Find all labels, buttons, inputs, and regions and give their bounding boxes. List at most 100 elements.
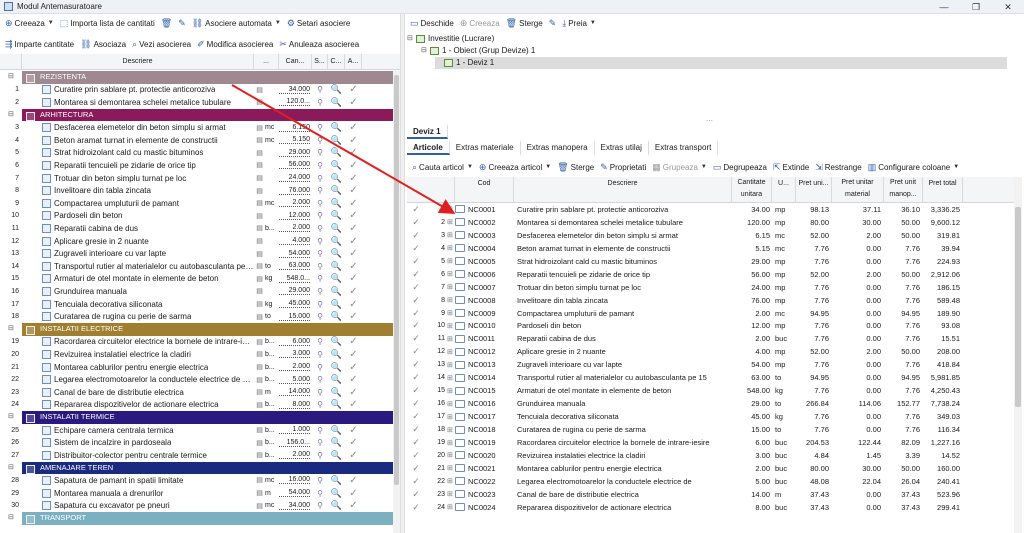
creeaza-button[interactable]: ⊕ Creeaza ▼	[2, 16, 57, 30]
table-row[interactable]: 5 Strat hidroizolant cald cu mastic bitu…	[0, 147, 362, 160]
row-quantity[interactable]: 63.00	[732, 373, 772, 382]
row-quantity[interactable]: 2.00	[732, 309, 772, 318]
table-row[interactable]: ✓ 8 ⊞ NC0008 Invelitoare din tabla zinca…	[407, 294, 963, 307]
row-quantity[interactable]: 76.00	[732, 296, 772, 305]
bulb-icon[interactable]: ⚲	[312, 186, 328, 195]
bulb-icon[interactable]: ⚲	[312, 161, 328, 170]
check-icon[interactable]: ✓	[345, 147, 362, 158]
table-row[interactable]: ✓ 22 ⊞ NC0022 Legarea electromotoarelor …	[407, 475, 963, 488]
row-quantity[interactable]: 2.00	[732, 464, 772, 473]
row-quantity[interactable]: 34.000	[279, 86, 310, 94]
right-col-um[interactable]: U...	[772, 176, 796, 203]
table-row[interactable]: ✓ 17 ⊞ NC0017 Tencuiala decorativa silic…	[407, 410, 963, 423]
table-row[interactable]: ✓ 2 ⊞ NC0002 Montarea si demontarea sche…	[407, 216, 963, 229]
vezi-asocierea-button[interactable]: ⌕ Vezi asocierea	[129, 37, 194, 51]
setari-asociere-button[interactable]: ⚙ Setari asociere	[284, 16, 353, 30]
row-quantity[interactable]: 3.00	[732, 451, 772, 460]
bulb-icon[interactable]: ⚲	[312, 85, 328, 94]
note-icon[interactable]: ▤	[254, 136, 265, 144]
tree-node-1[interactable]: ⊟ 1 - Obiect (Grup Devize) 1	[421, 45, 535, 57]
note-icon[interactable]: ▤	[254, 161, 265, 169]
row-quantity[interactable]: 56.000	[279, 161, 310, 170]
table-row[interactable]: ✓ 20 ⊞ NC0020 Revizuirea instalatiei ele…	[407, 449, 963, 462]
left-col-c[interactable]: C...	[328, 53, 345, 70]
close-button[interactable]: ✕	[992, 0, 1024, 14]
row-quantity[interactable]: 120.0...	[279, 98, 310, 107]
check-icon[interactable]: ✓	[345, 173, 362, 184]
bulb-icon[interactable]: ⚲	[312, 136, 328, 145]
right-col-cod[interactable]: Cod	[455, 176, 514, 203]
right-col-desc[interactable]: Descriere	[514, 176, 732, 203]
check-icon[interactable]: ✓	[407, 463, 425, 474]
row-quantity[interactable]: 54.00	[732, 360, 772, 369]
table-row[interactable]: ✓ 12 ⊞ NC0012 Aplicare gresie in 2 nuant…	[407, 345, 963, 358]
table-row[interactable]: ✓ 3 ⊞ NC0003 Desfacerea elemetelor din b…	[407, 229, 963, 242]
sterge-button[interactable]: 🗑 Sterge	[554, 160, 597, 174]
chevron-down-icon[interactable]: ▼	[48, 20, 54, 26]
creeaza-articol-button[interactable]: ⊕ Creeaza articol ▼	[476, 160, 554, 174]
expand-icon[interactable]: ⊞	[447, 464, 455, 472]
trash-icon-button[interactable]: 🗑	[158, 16, 175, 30]
expand-icon[interactable]: ⊞	[447, 244, 455, 252]
table-row[interactable]: ✓ 21 ⊞ NC0021 Montarea cablurilor pentru…	[407, 462, 963, 475]
maximize-button[interactable]: ❐	[960, 0, 992, 14]
table-row[interactable]: ✓ 24 ⊞ NC0024 Repararea dispozitivelor d…	[407, 501, 963, 514]
check-icon[interactable]: ✓	[407, 437, 425, 448]
extinde-button[interactable]: ⇱ Extinde	[770, 160, 812, 174]
row-quantity[interactable]: 45.00	[732, 412, 772, 421]
degrupeaza-button[interactable]: ▭ Degrupeaza	[710, 160, 770, 174]
preia-button[interactable]: ⤓ Preia ▼	[559, 16, 599, 30]
table-row[interactable]: 4 Beton aramat turnat in elemente de con…	[0, 134, 362, 147]
right-col-material[interactable]: Pret unitar material	[832, 176, 884, 203]
check-icon[interactable]: ✓	[407, 489, 425, 500]
expand-icon[interactable]: ⊞	[447, 387, 455, 395]
group-header[interactable]: ARHITECTURA	[22, 108, 395, 122]
check-icon[interactable]: ✓	[407, 450, 425, 461]
magnifier-icon[interactable]: 🔍	[328, 173, 345, 184]
expand-icon[interactable]: ⊞	[447, 322, 455, 330]
right-scrollbar[interactable]	[1014, 177, 1022, 533]
left-col-desc[interactable]: Descriere	[22, 53, 254, 70]
chevron-down-icon[interactable]: ▼	[275, 20, 281, 26]
left-col-s[interactable]: S...	[312, 53, 328, 70]
table-row[interactable]: 3 Desfacerea elemetelor din beton simplu…	[0, 121, 362, 134]
subtab-extras-utilaj[interactable]: Extras utilaj	[595, 141, 649, 155]
group-header[interactable]: REZISTENTA	[22, 71, 395, 84]
expand-icon[interactable]: ⊞	[447, 270, 455, 278]
chevron-down-icon[interactable]: ▼	[953, 164, 959, 170]
check-icon[interactable]: ✓	[345, 97, 362, 108]
right-scroll-thumb[interactable]	[1015, 207, 1021, 407]
expand-icon[interactable]: ⊞	[447, 218, 455, 226]
expand-icon[interactable]: ⊞	[447, 361, 455, 369]
table-row[interactable]: ✓ 11 ⊞ NC0011 Reparatii cabina de dus 2.…	[407, 333, 963, 346]
expand-icon[interactable]: ⊞	[447, 309, 455, 317]
row-quantity[interactable]: 5.00	[732, 477, 772, 486]
collapse-toggle-icon[interactable]: ⊟	[8, 71, 14, 84]
check-icon[interactable]: ✓	[345, 135, 362, 146]
chevron-down-icon[interactable]: ▼	[467, 164, 473, 170]
tab-deviz-1[interactable]: Deviz 1	[407, 125, 448, 139]
tree-node-2[interactable]: 1 - Deviz 1	[435, 57, 1007, 69]
row-quantity[interactable]: 24.00	[732, 283, 772, 292]
tree-node-0[interactable]: ⊟ Investitie (Lucrare)	[407, 33, 494, 45]
table-row[interactable]: 2 Montarea si demontarea schelei metalic…	[0, 96, 362, 109]
row-quantity[interactable]: 5.15	[732, 244, 772, 253]
row-quantity[interactable]: 5.150	[279, 136, 310, 145]
expand-icon[interactable]: ⊞	[447, 257, 455, 265]
expand-icon[interactable]: ⊞	[447, 451, 455, 459]
subtab-extras-materiale[interactable]: Extras materiale	[450, 141, 521, 155]
magnifier-icon[interactable]: 🔍	[328, 135, 345, 146]
row-quantity[interactable]: 76.000	[279, 187, 310, 195]
check-icon[interactable]: ✓	[407, 476, 425, 487]
row-quantity[interactable]: 56.00	[732, 270, 772, 279]
expand-icon[interactable]: ⊞	[447, 413, 455, 421]
proprietati-button[interactable]: ✎ Proprietati	[597, 160, 649, 174]
asociaza-button[interactable]: ⛓ Asociaza	[77, 37, 129, 51]
check-icon[interactable]: ✓	[345, 185, 362, 196]
row-quantity[interactable]: 4.00	[732, 347, 772, 356]
bulb-icon[interactable]: ⚲	[312, 123, 328, 132]
check-icon[interactable]: ✓	[407, 217, 425, 228]
tree-toggle-icon[interactable]: ⊟	[407, 33, 416, 45]
expand-icon[interactable]: ⊞	[447, 490, 455, 498]
row-quantity[interactable]: 24.000	[279, 174, 310, 183]
